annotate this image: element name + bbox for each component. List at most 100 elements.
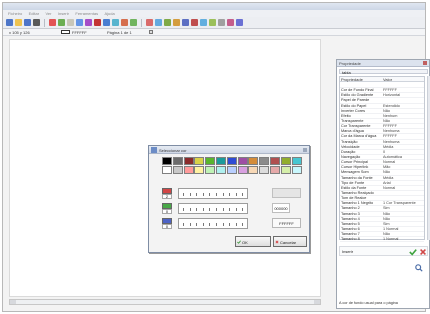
menu-help[interactable]: Ajuda	[104, 11, 114, 16]
menu-file[interactable]: Ficheiro	[8, 11, 22, 16]
ok-button[interactable]: OK	[235, 236, 271, 247]
check-icon[interactable]	[409, 248, 417, 256]
color-preview	[272, 188, 301, 198]
delete-icon[interactable]	[94, 19, 101, 26]
palette-swatch[interactable]	[259, 166, 270, 174]
property-name: Duração	[341, 149, 356, 154]
palette-swatch[interactable]	[172, 166, 183, 174]
palette-swatch[interactable]	[205, 166, 216, 174]
palette-swatch[interactable]	[194, 166, 205, 174]
blue-channel-slider[interactable]	[178, 218, 248, 229]
palette-swatch[interactable]	[280, 166, 291, 174]
link-icon[interactable]	[103, 19, 110, 26]
shape-icon[interactable]	[121, 19, 128, 26]
palette-swatch[interactable]	[226, 166, 237, 174]
slider-tick	[242, 223, 244, 226]
export-icon[interactable]	[236, 19, 243, 26]
property-name: Tamanho 3	[341, 211, 360, 216]
palette-swatch[interactable]	[248, 157, 259, 165]
scroll-right-button[interactable]	[314, 300, 320, 304]
zoom-out-icon[interactable]	[155, 19, 162, 26]
property-value: 1 Normal	[383, 226, 399, 231]
property-row[interactable]: Tamanho 8 1 Normal	[340, 237, 424, 243]
blue-channel-value[interactable]: 0	[162, 224, 172, 229]
redo-icon[interactable]	[85, 19, 92, 26]
new-document-icon[interactable]	[6, 19, 13, 26]
align-icon[interactable]	[191, 19, 198, 26]
open-folder-icon[interactable]	[15, 19, 22, 26]
palette-swatch[interactable]	[205, 157, 216, 165]
slider-tick	[189, 223, 191, 226]
search-icon[interactable]	[415, 264, 423, 272]
cancel-button[interactable]: Cancelar	[273, 236, 307, 247]
property-name: Cor Transparente	[341, 124, 371, 129]
palette-swatch[interactable]	[216, 166, 226, 174]
layer-icon[interactable]	[182, 19, 189, 26]
settings-icon[interactable]	[173, 19, 180, 26]
property-value: Automática	[383, 154, 402, 159]
table-icon[interactable]	[130, 19, 137, 26]
palette-swatch[interactable]	[291, 166, 302, 174]
property-value: Não	[383, 170, 390, 175]
palette-swatch[interactable]	[162, 166, 172, 174]
menu-edit[interactable]: Editar	[29, 11, 39, 16]
palette-swatch[interactable]	[237, 157, 248, 165]
toolbar	[3, 17, 425, 29]
slider-tick	[229, 208, 231, 211]
object-name-value: tabla	[342, 70, 351, 75]
red-channel-slider[interactable]	[178, 188, 248, 199]
color-icon[interactable]	[227, 19, 234, 26]
image-icon[interactable]	[112, 19, 119, 26]
property-value: Não	[383, 232, 390, 237]
palette-swatch[interactable]	[280, 157, 291, 165]
print-icon[interactable]	[33, 19, 40, 26]
dialog-title: Seleccionar cor	[159, 148, 187, 153]
close-icon[interactable]	[423, 61, 427, 65]
paste-icon[interactable]	[67, 19, 74, 26]
close-icon[interactable]	[419, 248, 427, 256]
palette-swatch[interactable]	[216, 157, 226, 165]
scroll-left-button[interactable]	[10, 300, 16, 304]
palette-swatch[interactable]	[270, 166, 280, 174]
object-name-field[interactable]: tabla	[339, 69, 428, 75]
cut-icon[interactable]	[49, 19, 56, 26]
hex-value-field[interactable]: FFFFFF	[272, 218, 301, 228]
horizontal-scrollbar[interactable]	[9, 299, 321, 305]
copy-icon[interactable]	[58, 19, 65, 26]
close-icon	[275, 240, 279, 244]
menu-view[interactable]: Ver	[45, 11, 51, 16]
save-icon[interactable]	[24, 19, 31, 26]
slider-tick	[216, 208, 217, 211]
property-value: Não	[383, 216, 390, 221]
green-channel-value[interactable]: 0	[162, 209, 172, 214]
palette-swatch[interactable]	[183, 166, 194, 174]
zoom-in-icon[interactable]	[146, 19, 153, 26]
ok-button-label: OK	[242, 240, 248, 245]
preview-icon[interactable]	[164, 19, 171, 26]
lock-icon[interactable]	[209, 19, 216, 26]
menu-insert[interactable]: Inserir	[58, 11, 69, 16]
palette-swatch[interactable]	[183, 157, 194, 165]
slider-tick	[216, 223, 217, 226]
palette-swatch[interactable]	[172, 157, 183, 165]
palette-swatch[interactable]	[270, 157, 280, 165]
group-icon[interactable]	[200, 19, 207, 26]
page-navigation-button[interactable]	[149, 30, 153, 34]
palette-swatch[interactable]	[237, 166, 248, 174]
property-value: Média	[383, 144, 394, 149]
palette-swatch[interactable]	[248, 166, 259, 174]
palette-swatch[interactable]	[226, 157, 237, 165]
palette-swatch[interactable]	[162, 157, 172, 165]
grid-icon[interactable]	[218, 19, 225, 26]
menu-tools[interactable]: Ferramentas	[75, 11, 98, 16]
property-value: Média	[383, 175, 394, 180]
palette-swatch[interactable]	[259, 157, 270, 165]
close-icon[interactable]	[303, 148, 307, 152]
undo-icon[interactable]	[76, 19, 83, 26]
palette-swatch[interactable]	[291, 157, 302, 165]
property-value: 1 Cor Transparente	[383, 201, 416, 206]
slider-tick	[196, 193, 198, 196]
green-channel-slider[interactable]	[178, 203, 248, 214]
palette-swatch[interactable]	[194, 157, 205, 165]
red-channel-value[interactable]: 2	[162, 194, 172, 199]
